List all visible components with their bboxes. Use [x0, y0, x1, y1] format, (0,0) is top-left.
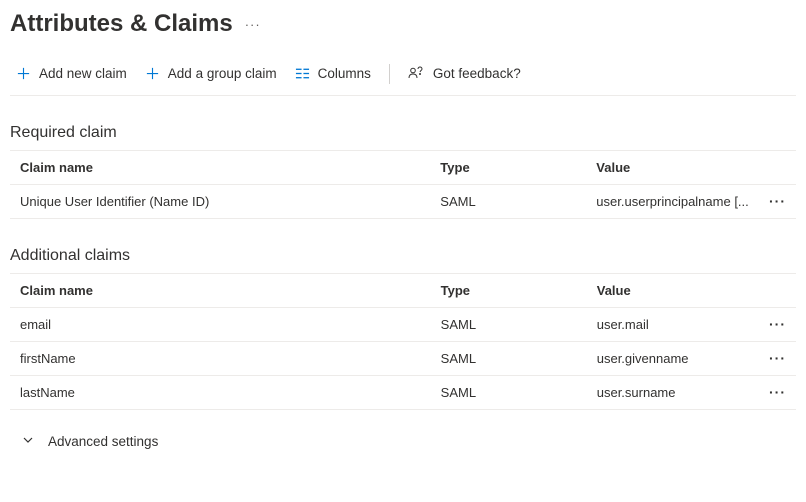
add-group-claim-label: Add a group claim [168, 66, 277, 81]
row-more-icon[interactable]: ··· [769, 317, 786, 331]
column-header-value[interactable]: Value [587, 274, 759, 308]
cell-type: SAML [431, 376, 587, 410]
add-new-claim-label: Add new claim [39, 66, 127, 81]
cell-claim-name: lastName [10, 376, 431, 410]
advanced-settings-label: Advanced settings [48, 434, 158, 449]
row-more-icon[interactable]: ··· [769, 385, 786, 399]
cell-claim-name: email [10, 308, 431, 342]
toolbar-divider [389, 64, 390, 84]
cell-value: user.userprincipalname [... [586, 185, 759, 219]
additional-claims-heading: Additional claims [10, 247, 796, 265]
column-header-value[interactable]: Value [586, 151, 759, 185]
column-header-name[interactable]: Claim name [10, 151, 430, 185]
column-header-name[interactable]: Claim name [10, 274, 431, 308]
cell-claim-name: firstName [10, 342, 431, 376]
toolbar: Add new claim Add a group claim Columns [10, 62, 796, 96]
table-row[interactable]: lastNameSAMLuser.surname ··· [10, 376, 796, 410]
columns-icon [295, 67, 310, 80]
table-row[interactable]: Unique User Identifier (Name ID)SAMLuser… [10, 185, 796, 219]
plus-icon [145, 66, 160, 81]
cell-type: SAML [431, 308, 587, 342]
cell-value: user.mail [587, 308, 759, 342]
add-group-claim-button[interactable]: Add a group claim [139, 62, 283, 85]
plus-icon [16, 66, 31, 81]
table-row[interactable]: firstNameSAMLuser.givenname ··· [10, 342, 796, 376]
columns-button[interactable]: Columns [289, 62, 377, 85]
cell-type: SAML [431, 342, 587, 376]
column-header-type[interactable]: Type [430, 151, 586, 185]
page-title-text: Attributes & Claims [10, 10, 233, 38]
feedback-button[interactable]: Got feedback? [402, 62, 527, 85]
cell-value: user.surname [587, 376, 759, 410]
feedback-label: Got feedback? [433, 66, 521, 81]
cell-value: user.givenname [587, 342, 759, 376]
page-title: Attributes & Claims ··· [10, 10, 796, 38]
additional-claims-table: Claim name Type Value emailSAMLuser.mail… [10, 273, 796, 410]
row-more-icon[interactable]: ··· [769, 194, 786, 208]
required-claim-heading: Required claim [10, 124, 796, 142]
chevron-down-icon [22, 434, 34, 449]
feedback-icon [408, 66, 425, 81]
row-more-icon[interactable]: ··· [769, 351, 786, 365]
add-new-claim-button[interactable]: Add new claim [10, 62, 133, 85]
required-claim-table: Claim name Type Value Unique User Identi… [10, 150, 796, 219]
title-more-icon[interactable]: ··· [245, 17, 261, 32]
columns-label: Columns [318, 66, 371, 81]
table-row[interactable]: emailSAMLuser.mail ··· [10, 308, 796, 342]
advanced-settings-toggle[interactable]: Advanced settings [10, 434, 796, 449]
cell-claim-name: Unique User Identifier (Name ID) [10, 185, 430, 219]
cell-type: SAML [430, 185, 586, 219]
column-header-type[interactable]: Type [431, 274, 587, 308]
